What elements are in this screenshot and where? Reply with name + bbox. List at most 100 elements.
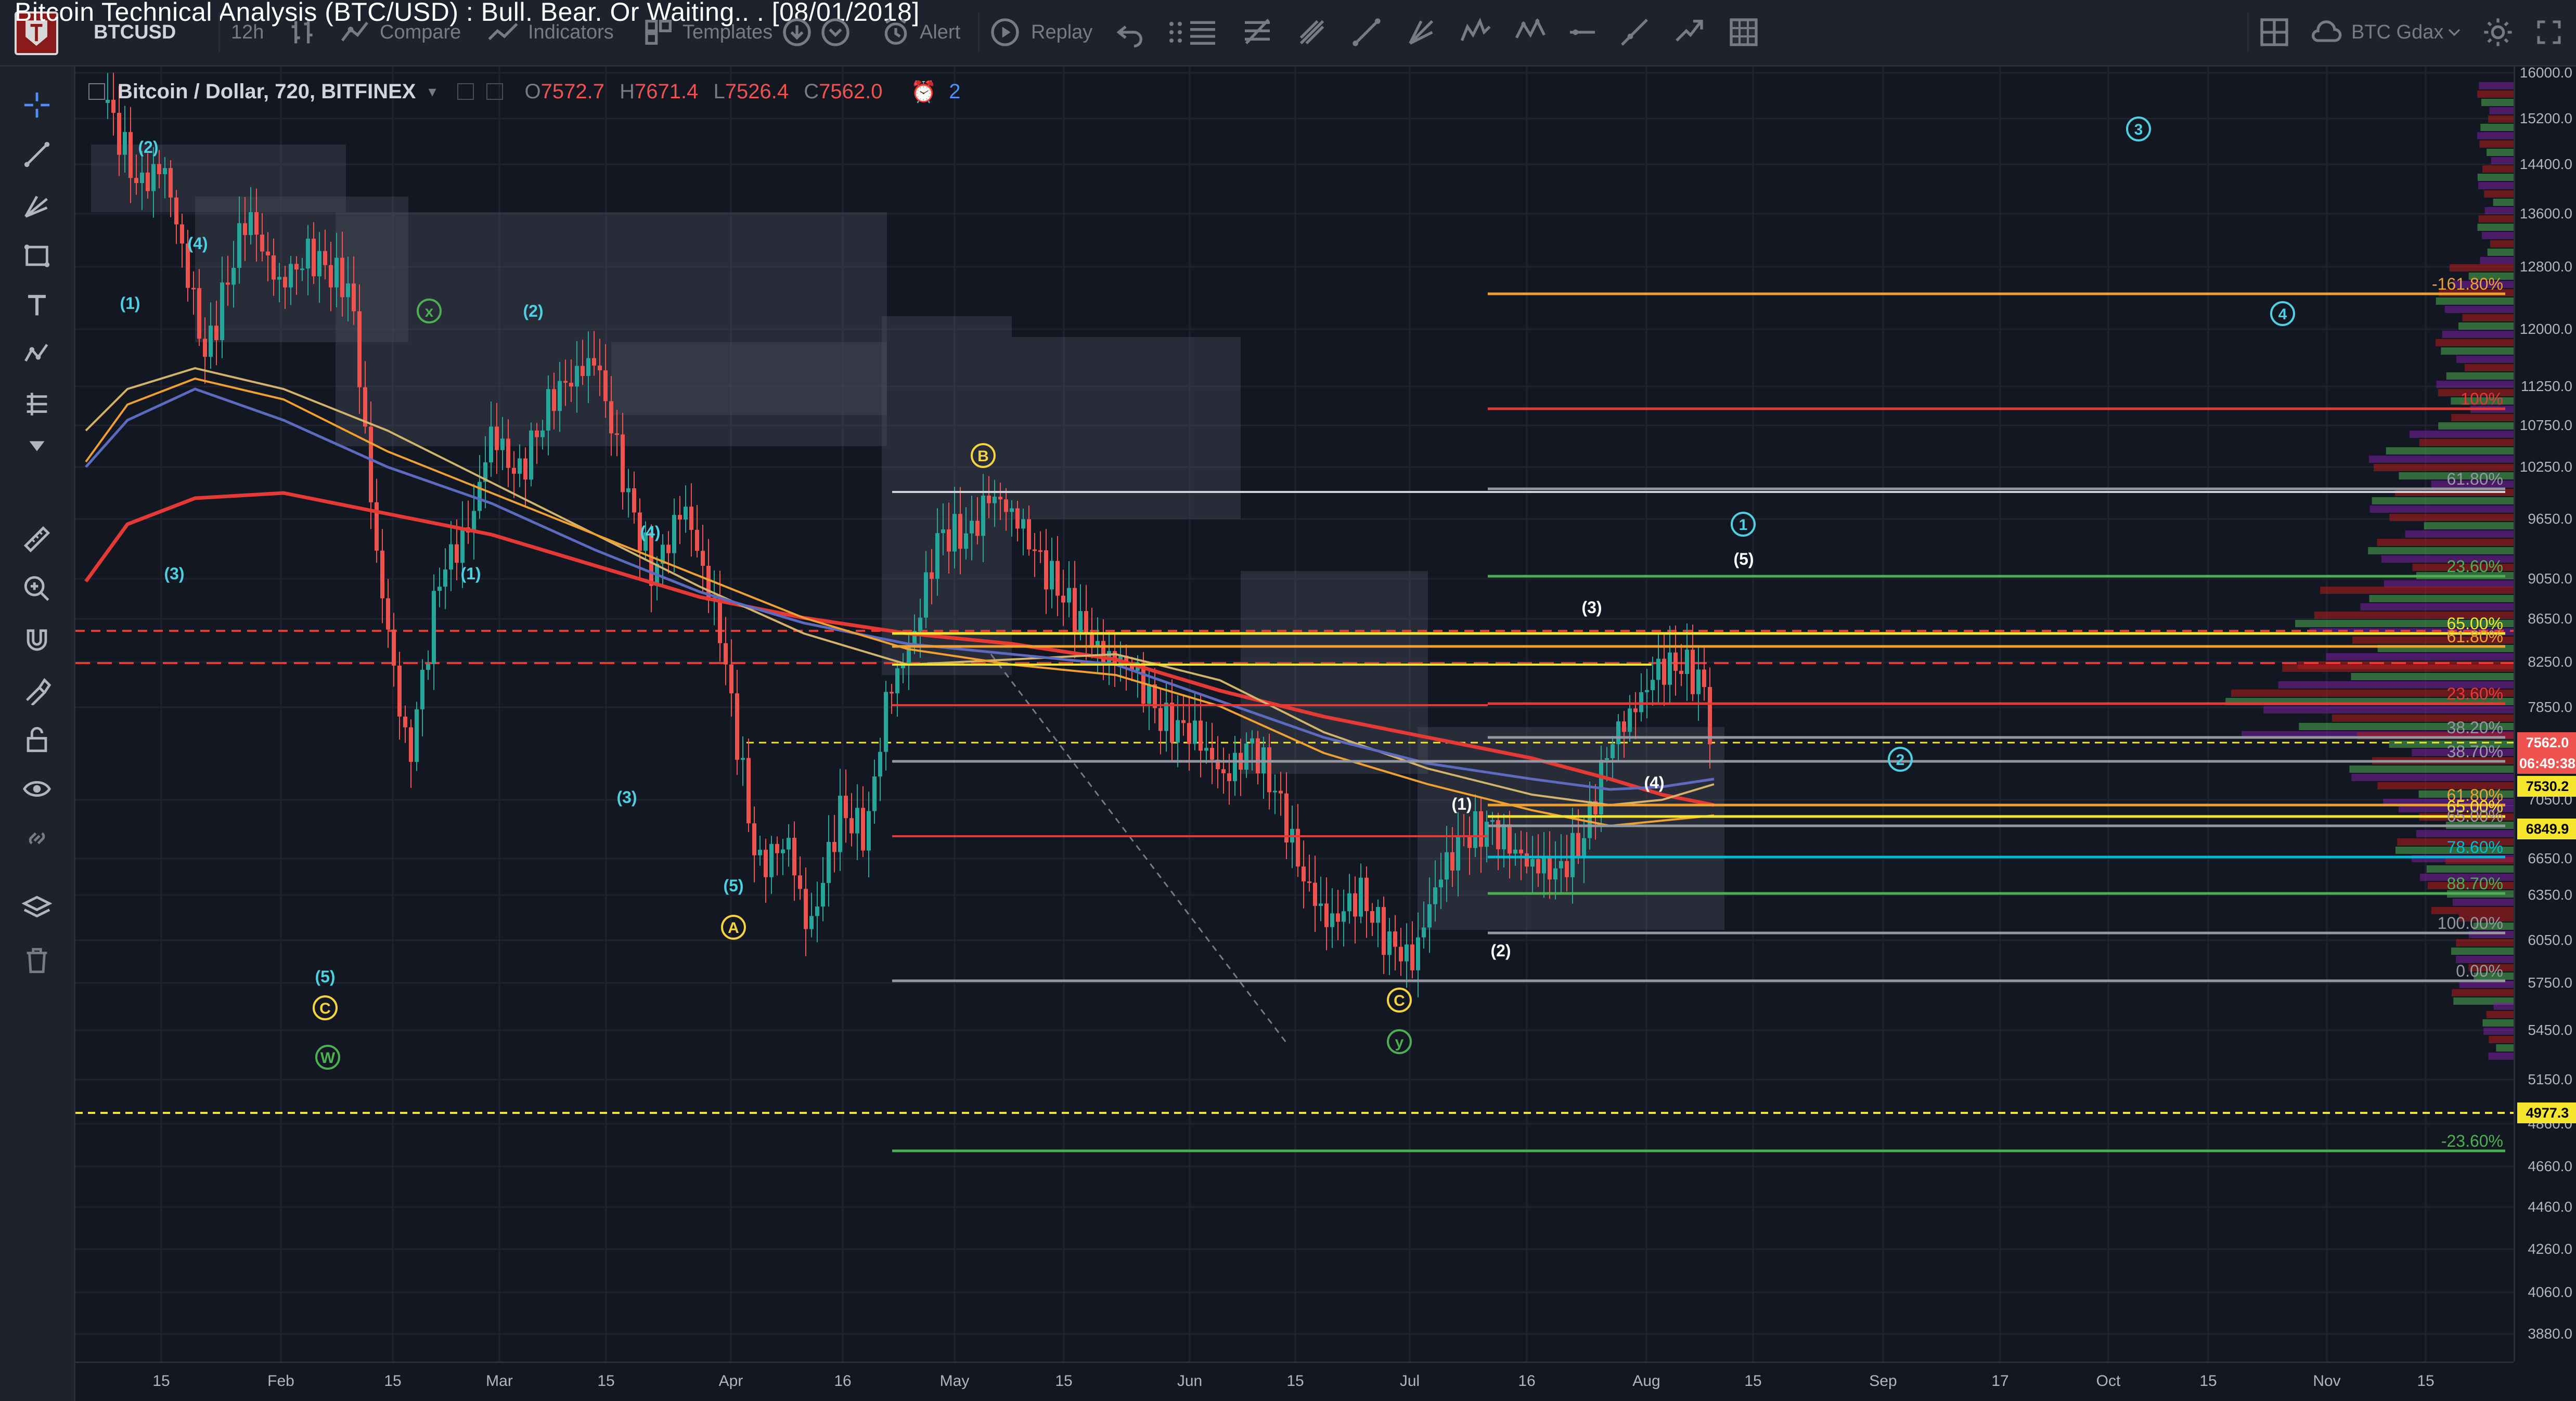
more-tools-chevron-icon[interactable] <box>22 436 52 457</box>
candle-body <box>174 197 178 225</box>
link-icon[interactable] <box>22 823 52 853</box>
template-save-icon[interactable] <box>780 16 814 49</box>
wave-label: (5) <box>315 967 335 986</box>
templates-button[interactable]: Templates <box>682 17 772 48</box>
fullscreen-icon[interactable] <box>2533 16 2565 49</box>
candle-body <box>1399 946 1403 962</box>
candle-body <box>603 370 608 401</box>
lock-icon[interactable] <box>22 724 52 755</box>
time-tick-label: Jun <box>1177 1372 1203 1390</box>
prediction-tool-icon[interactable] <box>22 389 52 419</box>
candle-body <box>495 426 499 450</box>
volume-profile-bar <box>2368 547 2514 554</box>
price-tag: 06:49:38 <box>2517 753 2576 774</box>
legend-dropdown-icon[interactable]: ▾ <box>428 83 436 101</box>
candle-body <box>1273 790 1277 793</box>
horizontal-lines-icon[interactable] <box>1186 16 1219 49</box>
candle-body <box>300 268 304 270</box>
alert-icon[interactable] <box>879 16 912 49</box>
text-tool-icon[interactable] <box>22 290 52 320</box>
price-chart[interactable]: -161.80% 100% 61.80% 23.60% 65.00% 61.80% 23.6… <box>75 67 2514 1361</box>
horizontal-ray-icon[interactable] <box>1566 16 1599 49</box>
candle-body <box>958 514 962 549</box>
tradingview-window: Bitcoin Technical Analysis (BTC/USD) : B… <box>0 0 2576 1401</box>
candle-body <box>592 358 596 366</box>
fib-level-label: 38.20% <box>2446 718 2503 737</box>
price-axis[interactable]: 16000.0 15200.0 14400.0 13600.0 12800.0 12000… <box>2514 64 2576 1361</box>
crosshair-icon[interactable] <box>22 90 52 120</box>
trendline-tool-icon[interactable] <box>22 139 52 170</box>
candle-body <box>598 365 602 371</box>
fib-retracement-icon[interactable] <box>1241 16 1274 49</box>
price-tick-label: 4660.0 <box>2528 1158 2572 1174</box>
ray-icon[interactable] <box>1618 16 1651 49</box>
cloud-icon[interactable] <box>2310 16 2343 49</box>
chart-pane[interactable]: -161.80% 100% 61.80% 23.60% 65.00% 61.80% 23.6… <box>75 67 2514 1361</box>
compare-icon[interactable] <box>338 16 371 49</box>
rectangle-tool-icon[interactable] <box>22 241 52 271</box>
candle-body <box>397 665 402 717</box>
elliott-wave-icon[interactable] <box>1459 16 1492 49</box>
pattern-tool-icon[interactable] <box>22 340 52 370</box>
gann-tool-icon[interactable] <box>22 191 52 222</box>
compare-button[interactable]: Compare <box>380 17 461 48</box>
saved-layout-name[interactable]: BTC Gdax <box>2351 17 2443 48</box>
volume-profile-bar <box>2491 157 2514 164</box>
stay-in-drawing-icon[interactable] <box>22 675 52 706</box>
template-load-icon[interactable] <box>819 16 852 49</box>
magnet-icon[interactable] <box>22 626 52 656</box>
alert-clock-icon[interactable]: ⏰ <box>910 80 936 104</box>
pattern-grid-icon[interactable] <box>1727 16 1760 49</box>
legend-hide-icon[interactable] <box>486 83 503 100</box>
trash-icon[interactable] <box>22 945 52 976</box>
candle-body <box>1164 703 1168 731</box>
candle-body <box>460 527 465 563</box>
candle-body <box>323 251 327 265</box>
candle-body <box>987 495 991 503</box>
zigzag-pattern-icon[interactable] <box>1514 16 1547 49</box>
templates-icon[interactable] <box>642 16 676 49</box>
indicators-icon[interactable] <box>486 16 520 49</box>
candle-body <box>1170 703 1174 743</box>
chart-legend: Bitcoin / Dollar, 720, BITFINEX ▾ O7572.… <box>88 73 961 110</box>
chevron-down-icon[interactable] <box>2444 16 2465 49</box>
volume-profile-bar <box>2481 232 2514 239</box>
ruler-icon[interactable] <box>22 524 52 554</box>
settings-gear-icon[interactable] <box>2481 16 2515 49</box>
candle-body <box>930 572 934 579</box>
time-tick-label: 16 <box>834 1372 852 1390</box>
indicators-button[interactable]: Indicators <box>528 17 614 48</box>
legend-settings-icon[interactable] <box>457 83 474 100</box>
candle-body <box>609 401 613 434</box>
object-tree-icon[interactable] <box>21 893 53 924</box>
replay-icon[interactable] <box>988 16 1022 49</box>
legend-symbol-title[interactable]: Bitcoin / Dollar, 720, BITFINEX <box>118 80 416 103</box>
candle-body <box>426 664 430 670</box>
replay-button[interactable]: Replay <box>1031 17 1092 48</box>
symbol-search[interactable]: BTCUSD <box>94 17 176 48</box>
gann-fan-icon[interactable] <box>1405 16 1438 49</box>
candle-body <box>769 844 774 877</box>
layout-icon[interactable] <box>2258 16 2291 49</box>
time-axis[interactable]: 15 Feb 15 Mar 15 Apr 16 May 15 Jun 15 Jul 16 Aug 15 Sep… <box>75 1361 2514 1401</box>
trend-line-icon[interactable] <box>1350 16 1383 49</box>
time-tick-label: Jul <box>1399 1372 1420 1390</box>
bar-style-icon[interactable] <box>286 16 319 49</box>
undo-icon[interactable] <box>1113 16 1147 49</box>
interval-selector[interactable]: 12h <box>231 17 264 48</box>
candle-body <box>1536 859 1540 874</box>
legend-collapse-icon[interactable] <box>88 83 105 100</box>
candle-body <box>1427 904 1432 928</box>
cloud-region <box>882 316 1012 675</box>
candle-body <box>838 796 842 852</box>
zoom-in-icon[interactable] <box>22 574 52 604</box>
brush-icon[interactable] <box>1672 16 1706 49</box>
candle-body <box>214 326 218 341</box>
alert-button[interactable]: Alert <box>920 17 960 48</box>
eye-icon[interactable] <box>22 774 52 804</box>
candle-body <box>1061 595 1065 603</box>
pitchfork-icon[interactable] <box>1295 16 1329 49</box>
time-tick-label: 15 <box>2199 1372 2217 1390</box>
candle-body <box>260 235 264 252</box>
candle-body <box>254 212 259 235</box>
